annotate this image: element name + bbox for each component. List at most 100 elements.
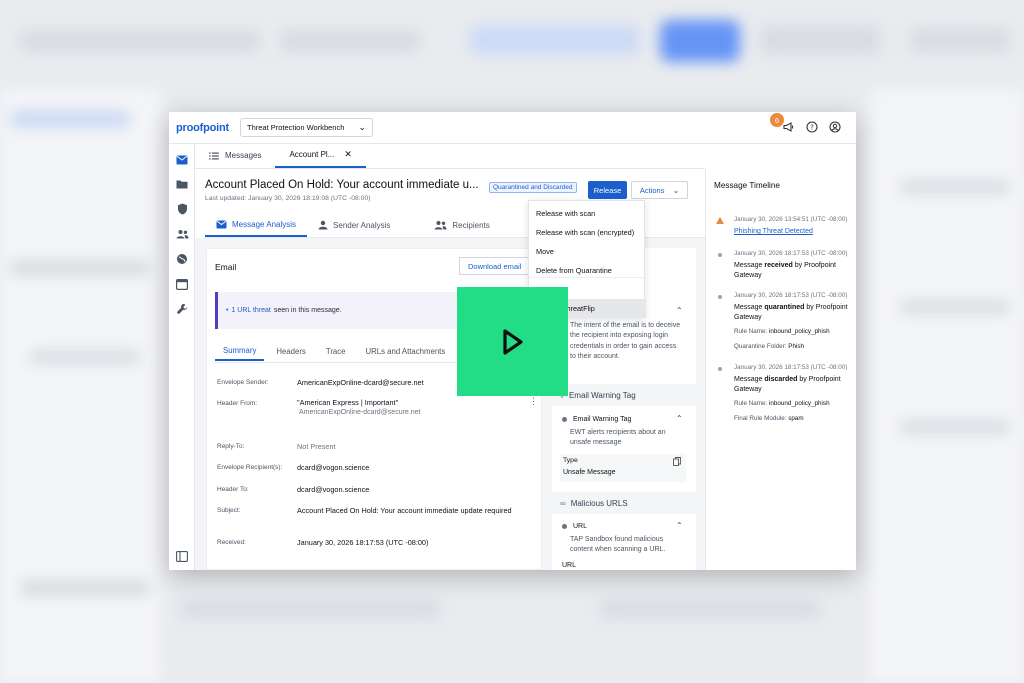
threat-count-link[interactable]: 1 URL threat: [231, 307, 270, 314]
copy-icon: [673, 457, 681, 466]
globe-icon: [177, 254, 187, 264]
event-meta: Quarantine Folder: Phish: [734, 343, 805, 350]
threat-alert-text: seen in this message.: [273, 307, 342, 314]
nav-messages[interactable]: [175, 153, 189, 167]
url-item-title: URL: [562, 523, 587, 530]
section-title: Malicious URLS: [570, 498, 628, 508]
shield-icon: [177, 203, 187, 215]
nav-folders[interactable]: [175, 177, 189, 191]
chevron-up-icon[interactable]: ⌃: [676, 414, 683, 423]
email-subtabs: Summary Headers Trace URLs and Attachmen…: [215, 341, 457, 361]
subtab-summary[interactable]: Summary: [215, 341, 265, 361]
url-item-title-text: URL: [573, 523, 588, 530]
workspace-select-label: Threat Protection Workbench: [246, 123, 345, 132]
sidebar-toggle-icon: [176, 550, 188, 562]
event-time: January 30, 2026 18:17:53 (UTC -08:00): [734, 292, 848, 299]
list-icon: [209, 152, 219, 159]
field-label: Envelope Recipient(s):: [217, 464, 283, 471]
workspace-select[interactable]: Threat Protection Workbench ⌄: [239, 118, 373, 137]
folder-icon: [176, 180, 188, 189]
tab-messages-label: Messages: [225, 151, 262, 160]
page-tab-bar: Messages Account Pl... ✕: [195, 144, 705, 169]
menu-item-release-with-scan[interactable]: Release with scan: [529, 204, 646, 223]
type-value: Unsafe Message: [563, 469, 616, 476]
video-play-button[interactable]: [457, 287, 568, 396]
announcements-button[interactable]: 6: [770, 113, 796, 134]
field-label: Header To:: [217, 486, 249, 493]
nav-global[interactable]: [175, 252, 189, 266]
nav-security[interactable]: [175, 202, 189, 216]
field-label: Envelope Sender:: [217, 379, 269, 386]
actions-button[interactable]: Actions ⌄: [631, 181, 688, 199]
people-icon: [434, 221, 447, 230]
nav-people[interactable]: [175, 227, 189, 241]
more-options-icon[interactable]: ⋮: [529, 396, 538, 407]
url-label: URL: [562, 562, 577, 569]
status-dot-icon: [562, 524, 567, 529]
field-value: AmericanExpOnline-dcard@secure.net: [297, 378, 424, 387]
nav-collapse[interactable]: [175, 549, 189, 563]
proofpoint-logo: proofpoint: [176, 121, 229, 134]
phishing-threat-link[interactable]: Phishing Threat Detected: [734, 227, 856, 237]
tab-message-analysis-label: Message Analysis: [232, 219, 297, 229]
wrench-icon: [176, 303, 188, 315]
bullet-icon: •: [226, 307, 229, 314]
type-box: Type Unsafe Message: [560, 454, 686, 482]
ewt-item-title-text: Email Warning Tag: [573, 416, 632, 423]
people-icon: [176, 230, 188, 239]
chevron-up-icon[interactable]: ⌃: [676, 521, 683, 530]
analysis-tabs: Message Analysis Sender Analysis Recipie…: [205, 213, 501, 237]
field-value: dcard@vogon.science: [297, 485, 370, 494]
actions-button-label: Actions: [639, 185, 665, 195]
nav-tools[interactable]: [175, 302, 189, 316]
menu-item-move[interactable]: Move: [529, 242, 646, 261]
event-time: January 30, 2026 18:17:53 (UTC -08:00): [734, 364, 848, 371]
event-meta: Final Rule Module: spam: [734, 415, 804, 422]
tab-recipients[interactable]: Recipients: [423, 213, 500, 237]
timeline-dot-icon: [718, 367, 722, 371]
event-meta: Rule Name: inbound_policy_phish: [734, 328, 830, 335]
menu-item-release-with-scan-encrypted[interactable]: Release with scan (encrypted): [529, 223, 646, 242]
subtab-urls-attachments[interactable]: URLs and Attachments: [357, 341, 453, 361]
tab-sender-analysis[interactable]: Sender Analysis: [307, 213, 401, 237]
section-title: Email Warning Tag: [568, 390, 636, 400]
event-text: Message discarded by Proofpoint Gateway: [734, 376, 841, 393]
field-value: dcard@vogon.science: [297, 463, 370, 472]
svg-text:?: ?: [810, 124, 814, 132]
menu-icon[interactable]: ⋮: [852, 180, 856, 191]
tab-account-placed[interactable]: Account Pl... ✕: [275, 143, 366, 168]
status-badge: Quarantined and Discarded: [489, 182, 577, 193]
event-text: Message received by Proofpoint Gateway: [734, 262, 836, 279]
email-card-title: Email: [215, 262, 237, 272]
megaphone-icon: [783, 122, 794, 132]
field-label: Received:: [217, 539, 246, 546]
help-icon: ?: [806, 121, 818, 133]
user-profile-button[interactable]: [828, 120, 842, 134]
close-icon[interactable]: ✕: [344, 149, 352, 160]
message-title: Account Placed On Hold: Your account imm…: [205, 179, 479, 191]
subtab-trace[interactable]: Trace: [318, 341, 354, 361]
last-updated: Last updated: January 30, 2026 18:19:08 …: [205, 195, 371, 202]
event-text: Message quarantined by Proofpoint Gatewa…: [734, 304, 848, 321]
tab-recipients-label: Recipients: [452, 220, 490, 230]
tab-account-placed-label: Account Pl...: [289, 150, 335, 159]
notification-badge: 6: [770, 113, 784, 127]
field-label: Subject:: [217, 507, 241, 514]
mail-icon: [216, 220, 227, 228]
help-button[interactable]: ?: [805, 120, 819, 134]
timeline-dot-icon: [718, 253, 722, 257]
nav-browser[interactable]: [175, 277, 189, 291]
side-nav: [169, 144, 195, 570]
ewt-item-title: Email Warning Tag: [562, 416, 631, 423]
timeline-dot-icon: [718, 295, 722, 299]
tab-message-analysis[interactable]: Message Analysis: [205, 213, 308, 237]
tab-sender-analysis-label: Sender Analysis: [333, 220, 391, 230]
release-button[interactable]: Release: [588, 181, 627, 199]
field-value: January 30, 2026 18:17:53 (UTC -08:00): [297, 538, 429, 547]
subtab-headers[interactable]: Headers: [268, 341, 313, 361]
window-icon: [176, 278, 188, 290]
chevron-up-icon[interactable]: ⌃: [676, 306, 683, 315]
event-time: January 30, 2026 13:54:51 (UTC -08:00): [734, 216, 848, 223]
field-subvalue: AmericanExpOnline-dcard@secure.net: [299, 409, 421, 416]
tab-messages[interactable]: Messages: [195, 143, 275, 168]
